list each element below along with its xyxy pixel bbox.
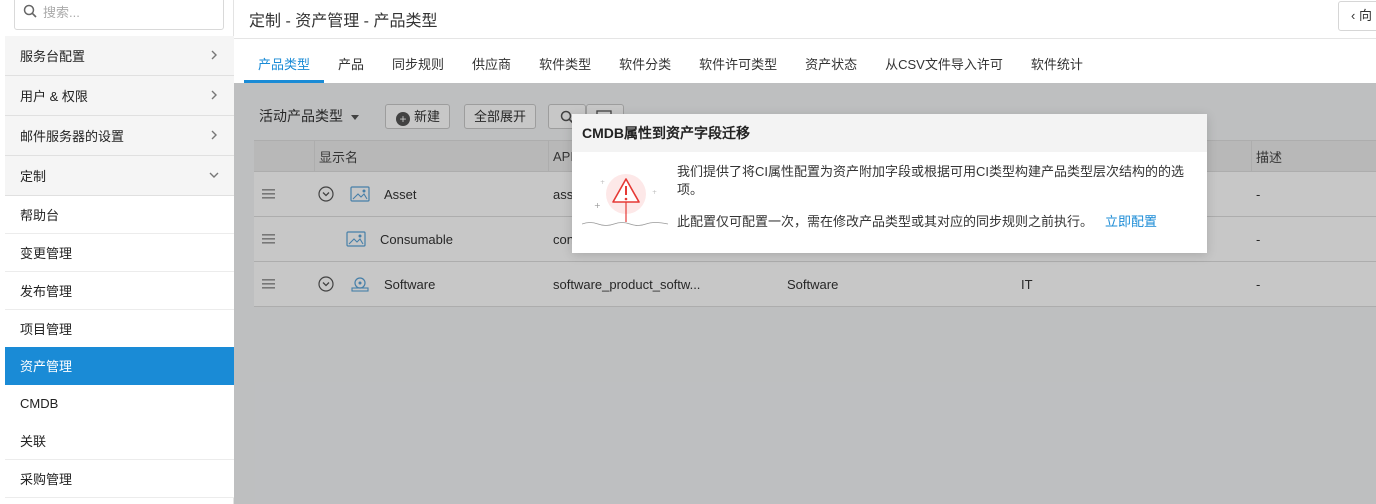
tab-software-types[interactable]: 软件类型: [525, 39, 605, 83]
tab-sync-rules[interactable]: 同步规则: [378, 39, 458, 83]
chevron-right-icon: [211, 130, 217, 140]
page-header: 定制 - 资产管理 - 产品类型 ‹ 向: [234, 0, 1376, 39]
svg-text:+: +: [600, 179, 605, 186]
header-nav-button[interactable]: ‹ 向: [1338, 1, 1376, 31]
tab-import-licenses-csv[interactable]: 从CSV文件导入许可: [871, 39, 1017, 83]
tab-software-categories[interactable]: 软件分类: [605, 39, 685, 83]
sidebar-item-label: 项目管理: [20, 322, 73, 337]
sidebar-item-label: 采购管理: [20, 472, 73, 487]
sidebar-search-box[interactable]: [14, 0, 224, 30]
dialog-description: 我们提供了将CI属性配置为资产附加字段或根据可用CI类型构建产品类型层次结构的的…: [677, 164, 1185, 197]
sidebar-item-label: 用户 & 权限: [20, 89, 88, 104]
sidebar-item-helpdesk[interactable]: 帮助台: [5, 196, 234, 234]
sidebar-item-asset[interactable]: 资产管理: [5, 347, 234, 385]
tab-asset-states[interactable]: 资产状态: [791, 39, 871, 83]
tab-product-types[interactable]: 产品类型: [244, 39, 325, 83]
sidebar-item-association[interactable]: 关联: [5, 422, 234, 460]
sidebar-item-label: 服务台配置: [20, 49, 86, 64]
chevron-down-icon: [209, 172, 219, 178]
configure-now-link[interactable]: 立即配置: [1105, 214, 1157, 229]
sidebar-item-label: 帮助台: [20, 208, 60, 223]
sidebar-item-label: CMDB: [20, 396, 59, 411]
tab-products[interactable]: 产品: [324, 39, 378, 83]
tab-software-stats[interactable]: 软件统计: [1017, 39, 1097, 83]
chevron-right-icon: [211, 50, 217, 60]
sidebar-item-label: 变更管理: [20, 246, 73, 261]
chevron-right-icon: [211, 90, 217, 100]
sidebar-item-service-desk-config[interactable]: 服务台配置: [5, 36, 234, 76]
sidebar: 服务台配置 用户 & 权限 邮件服务器的设置 定制 帮助台 变更管理 发布管理 …: [0, 0, 234, 504]
sidebar-item-label: 发布管理: [20, 284, 73, 299]
chevron-left-icon: ‹: [1351, 8, 1359, 23]
dialog-title: CMDB属性到资产字段迁移: [572, 114, 1207, 152]
dialog-note-text: 此配置仅可配置一次，需在修改产品类型或其对应的同步规则之前执行。: [677, 214, 1094, 229]
sidebar-item-release[interactable]: 发布管理: [5, 272, 234, 310]
sidebar-item-customization[interactable]: 定制: [5, 156, 234, 196]
sidebar-item-label: 资产管理: [20, 359, 73, 374]
tab-license-types[interactable]: 软件许可类型: [685, 39, 791, 83]
svg-text:+: +: [594, 201, 601, 210]
search-icon: [23, 4, 37, 18]
sidebar-item-change[interactable]: 变更管理: [5, 234, 234, 272]
header-nav-label: 向: [1358, 8, 1372, 23]
sidebar-item-users-permissions[interactable]: 用户 & 权限: [5, 76, 234, 116]
page-title: 定制 - 资产管理 - 产品类型: [249, 13, 438, 30]
dialog-note: 此配置仅可配置一次，需在修改产品类型或其对应的同步规则之前执行。 立即配置: [677, 211, 1157, 230]
sidebar-item-label: 定制: [20, 169, 47, 184]
tab-bar: 产品类型 产品 同步规则 供应商 软件类型 软件分类 软件许可类型 资产状态 从…: [234, 39, 1376, 83]
svg-text:+: +: [652, 189, 657, 196]
sidebar-item-label: 关联: [20, 434, 47, 449]
sidebar-item-project[interactable]: 项目管理: [5, 310, 234, 348]
sidebar-search-input[interactable]: [43, 2, 213, 22]
migration-dialog: CMDB属性到资产字段迁移 + + + 我们提供了将CI属性配置为资产附加字段或…: [572, 114, 1207, 253]
sidebar-item-cmdb[interactable]: CMDB: [5, 385, 234, 423]
sidebar-item-purchase[interactable]: 采购管理: [5, 460, 234, 498]
tab-vendors[interactable]: 供应商: [458, 39, 525, 83]
warning-illustration-icon: + + +: [582, 174, 669, 226]
sidebar-item-label: 邮件服务器的设置: [20, 129, 125, 144]
sidebar-item-mail-server[interactable]: 邮件服务器的设置: [5, 116, 234, 156]
